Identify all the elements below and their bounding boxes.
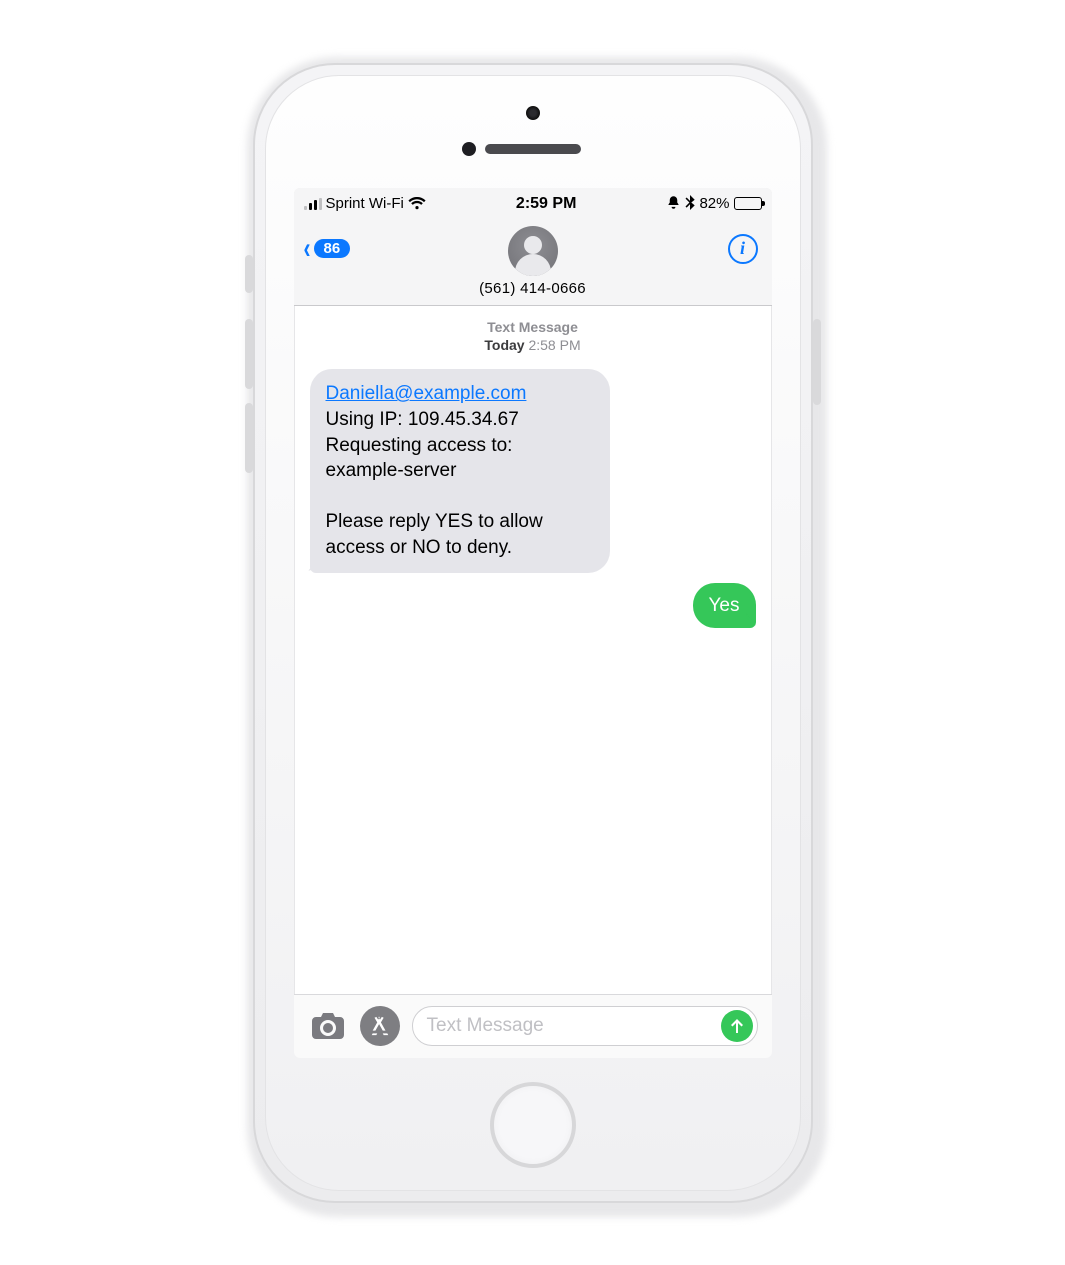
bluetooth-icon (685, 195, 695, 213)
message-line: Please reply YES to allow access or NO t… (326, 511, 543, 558)
send-button[interactable] (721, 1010, 753, 1042)
message-thread[interactable]: Text Message Today 2:58 PM Daniella@exam… (294, 306, 772, 994)
wifi-icon (408, 197, 426, 210)
clock: 2:59 PM (516, 195, 576, 213)
contact-avatar-icon[interactable] (508, 226, 558, 276)
battery-icon (734, 197, 762, 210)
camera-button[interactable] (308, 1006, 348, 1046)
proximity-sensor-icon (462, 142, 476, 156)
message-line: example-server (326, 460, 457, 481)
outgoing-message-bubble[interactable]: Yes (693, 583, 756, 629)
chevron-left-icon: ‹ (303, 234, 310, 264)
home-button[interactable] (490, 1082, 576, 1168)
message-placeholder: Text Message (427, 1015, 544, 1037)
conversation-header: ‹ 86 (561) 414-0666 i (294, 220, 772, 306)
device-sensors (266, 76, 800, 196)
status-bar: Sprint Wi-Fi 2:59 PM 82% (294, 188, 772, 220)
email-link[interactable]: Daniella@example.com (326, 383, 527, 404)
details-button[interactable]: i (728, 234, 758, 264)
incoming-message-bubble[interactable]: Daniella@example.com Using IP: 109.45.34… (310, 369, 610, 572)
back-button[interactable]: ‹ 86 (302, 234, 351, 264)
earpiece-speaker-icon (485, 144, 581, 154)
message-line: Requesting access to: (326, 435, 513, 456)
iphone-device-frame: Sprint Wi-Fi 2:59 PM 82% (253, 63, 813, 1203)
unread-count-badge: 86 (314, 239, 351, 258)
contact-number: (561) 414-0666 (479, 280, 586, 297)
message-line: Using IP: 109.45.34.67 (326, 409, 519, 430)
cell-signal-icon (304, 198, 322, 210)
thread-timestamp: Text Message Today 2:58 PM (310, 318, 756, 356)
carrier-label: Sprint Wi-Fi (326, 195, 404, 212)
app-store-button[interactable] (360, 1006, 400, 1046)
compose-bar: Text Message (294, 994, 772, 1058)
battery-percent: 82% (699, 195, 729, 212)
alarm-icon (666, 195, 681, 213)
front-camera-icon (526, 106, 540, 120)
screen: Sprint Wi-Fi 2:59 PM 82% (294, 188, 772, 1058)
message-input[interactable]: Text Message (412, 1006, 758, 1046)
